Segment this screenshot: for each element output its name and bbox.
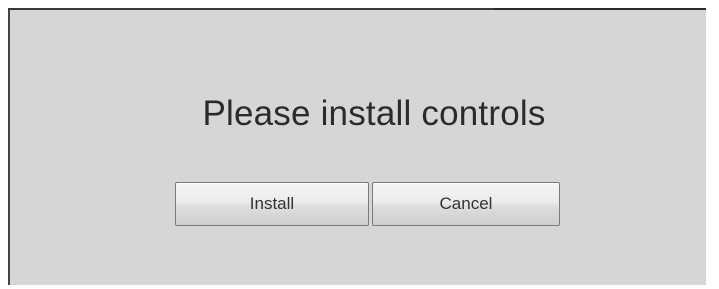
install-controls-dialog: Please install controls Install Cancel — [8, 10, 706, 285]
page: Please install controls Install Cancel — [0, 0, 719, 289]
cancel-button[interactable]: Cancel — [372, 182, 560, 226]
install-button[interactable]: Install — [175, 182, 369, 226]
dialog-title: Please install controls — [202, 94, 546, 133]
